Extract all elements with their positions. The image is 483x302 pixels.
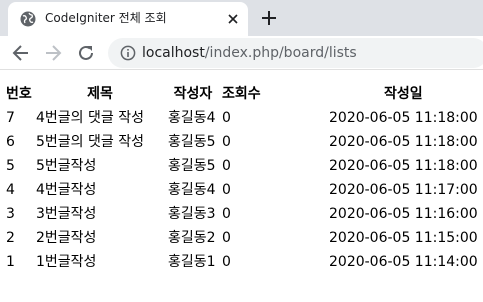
- cell-title: 2번글작성: [36, 230, 97, 246]
- header-author: 작성자: [173, 86, 213, 102]
- address-bar[interactable]: localhost/index.php/board/lists: [108, 38, 483, 68]
- new-tab-icon[interactable]: [259, 8, 279, 28]
- tab-strip: CodeIgniter 전체 조회: [0, 0, 483, 36]
- cell-date: 2020-06-05 11:18:00: [329, 134, 478, 150]
- cell-date: 2020-06-05 11:18:00: [329, 110, 478, 126]
- browser-tab[interactable]: CodeIgniter 전체 조회: [8, 2, 248, 36]
- table-row: 2 2번글작성 홍길동2 0 2020-06-05 11:15:00: [5, 227, 479, 249]
- cell-no: 1: [6, 254, 15, 270]
- cell-author: 홍길동3: [168, 206, 216, 222]
- cell-no: 5: [6, 158, 15, 174]
- back-arrow-icon[interactable]: [11, 43, 31, 63]
- cell-title: 3번글작성: [36, 206, 97, 222]
- board-list-table: 번호 제목 작성자 조회수 작성일 7 4번글의 댓글 작성 홍길동4 0 20…: [3, 81, 481, 275]
- cell-hits: 0: [222, 230, 231, 246]
- cell-hits: 0: [222, 134, 231, 150]
- cell-hits: 0: [222, 110, 231, 126]
- table-row: 3 3번글작성 홍길동3 0 2020-06-05 11:16:00: [5, 203, 479, 225]
- table-row: 4 4번글작성 홍길동4 0 2020-06-05 11:17:00: [5, 179, 479, 201]
- cell-title: 5번글작성: [36, 158, 97, 174]
- table-row: 7 4번글의 댓글 작성 홍길동4 0 2020-06-05 11:18:00: [5, 107, 479, 129]
- cell-author: 홍길동4: [168, 182, 216, 198]
- cell-hits: 0: [222, 206, 231, 222]
- cell-date: 2020-06-05 11:15:00: [329, 230, 478, 246]
- browser-toolbar: localhost/index.php/board/lists: [0, 36, 483, 70]
- globe-icon: [20, 11, 36, 27]
- cell-date: 2020-06-05 11:14:00: [329, 254, 478, 270]
- cell-author: 홍길동1: [168, 254, 216, 270]
- table-row: 1 1번글작성 홍길동1 0 2020-06-05 11:14:00: [5, 251, 479, 273]
- cell-no: 6: [6, 134, 15, 150]
- cell-no: 2: [6, 230, 15, 246]
- cell-title: 4번글의 댓글 작성: [36, 110, 144, 126]
- cell-title: 4번글작성: [36, 182, 97, 198]
- close-icon[interactable]: [225, 11, 241, 27]
- header-date: 작성일: [384, 86, 423, 102]
- url-path: /index.php/board/lists: [204, 45, 357, 61]
- table-header-row: 번호 제목 작성자 조회수 작성일: [5, 83, 479, 105]
- header-no: 번호: [6, 86, 32, 102]
- tab-title: CodeIgniter 전체 조회: [45, 11, 167, 25]
- cell-author: 홍길동4: [168, 110, 216, 126]
- cell-no: 4: [6, 182, 15, 198]
- url-text[interactable]: localhost/index.php/board/lists: [142, 44, 357, 62]
- header-hits: 조회수: [222, 86, 261, 102]
- table-row: 5 5번글작성 홍길동5 0 2020-06-05 11:18:00: [5, 155, 479, 177]
- cell-title: 5번글의 댓글 작성: [36, 134, 144, 150]
- cell-author: 홍길동2: [168, 230, 216, 246]
- cell-hits: 0: [222, 158, 231, 174]
- table-row: 6 5번글의 댓글 작성 홍길동5 0 2020-06-05 11:18:00: [5, 131, 479, 153]
- cell-author: 홍길동5: [168, 158, 216, 174]
- cell-hits: 0: [222, 254, 231, 270]
- cell-no: 3: [6, 206, 15, 222]
- cell-title: 1번글작성: [36, 254, 97, 270]
- cell-date: 2020-06-05 11:17:00: [329, 182, 478, 198]
- url-host: localhost: [142, 45, 205, 61]
- header-title: 제목: [87, 86, 113, 102]
- cell-hits: 0: [222, 182, 231, 198]
- info-icon[interactable]: [120, 45, 136, 61]
- reload-icon[interactable]: [76, 43, 96, 63]
- cell-date: 2020-06-05 11:16:00: [329, 206, 478, 222]
- cell-author: 홍길동5: [168, 134, 216, 150]
- forward-arrow-icon[interactable]: [43, 43, 63, 63]
- cell-no: 7: [6, 110, 15, 126]
- cell-date: 2020-06-05 11:18:00: [329, 158, 478, 174]
